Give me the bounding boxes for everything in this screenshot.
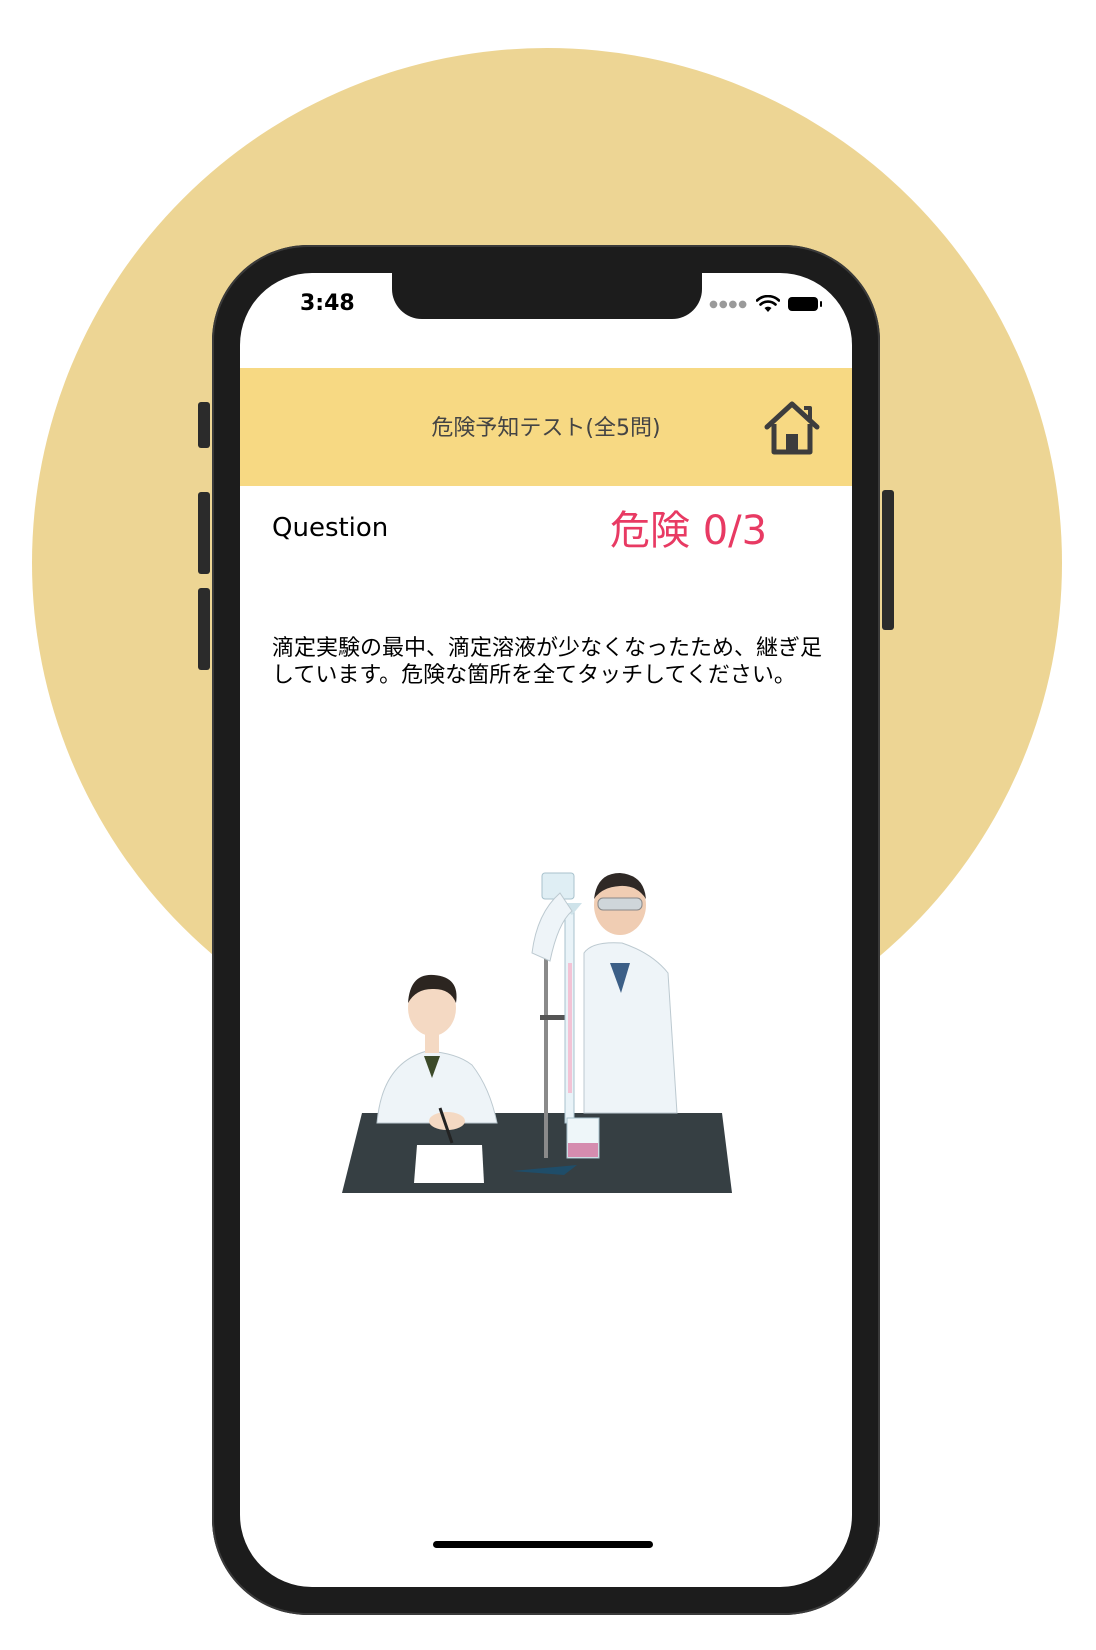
app-header: 危険予知テスト(全5問) — [240, 368, 852, 486]
lab-desk — [342, 1113, 732, 1193]
phone-screen: 3:48 ●●●● 危険予知テスト(全5問) Question 危険 0/3 滴… — [240, 273, 852, 1587]
paper-sheet — [414, 1145, 484, 1183]
phone-frame: 3:48 ●●●● 危険予知テスト(全5問) Question 危険 0/3 滴… — [212, 245, 880, 1615]
home-button[interactable] — [762, 400, 822, 456]
home-indicator[interactable] — [433, 1541, 653, 1548]
signal-icon: ●●●● — [709, 298, 748, 310]
danger-counter: 危険 0/3 — [610, 508, 768, 554]
home-icon — [764, 401, 820, 455]
header-title: 危険予知テスト(全5問) — [431, 416, 661, 441]
status-icons: ●●●● — [709, 295, 822, 313]
phone-volume-up-button — [198, 492, 210, 574]
lab-titration-illustration[interactable] — [332, 853, 752, 1213]
phone-volume-down-button — [198, 588, 210, 670]
question-label: Question — [272, 513, 389, 543]
phone-notch — [392, 273, 702, 319]
question-text: 滴定実験の最中、滴定溶液が少なくなったため、継ぎ足しています。危険な箇所を全てタ… — [272, 636, 823, 688]
phone-power-button — [882, 490, 894, 630]
status-time: 3:48 — [300, 291, 355, 316]
battery-icon — [788, 297, 822, 311]
phone-mute-switch — [198, 402, 210, 448]
wifi-icon — [756, 295, 780, 312]
